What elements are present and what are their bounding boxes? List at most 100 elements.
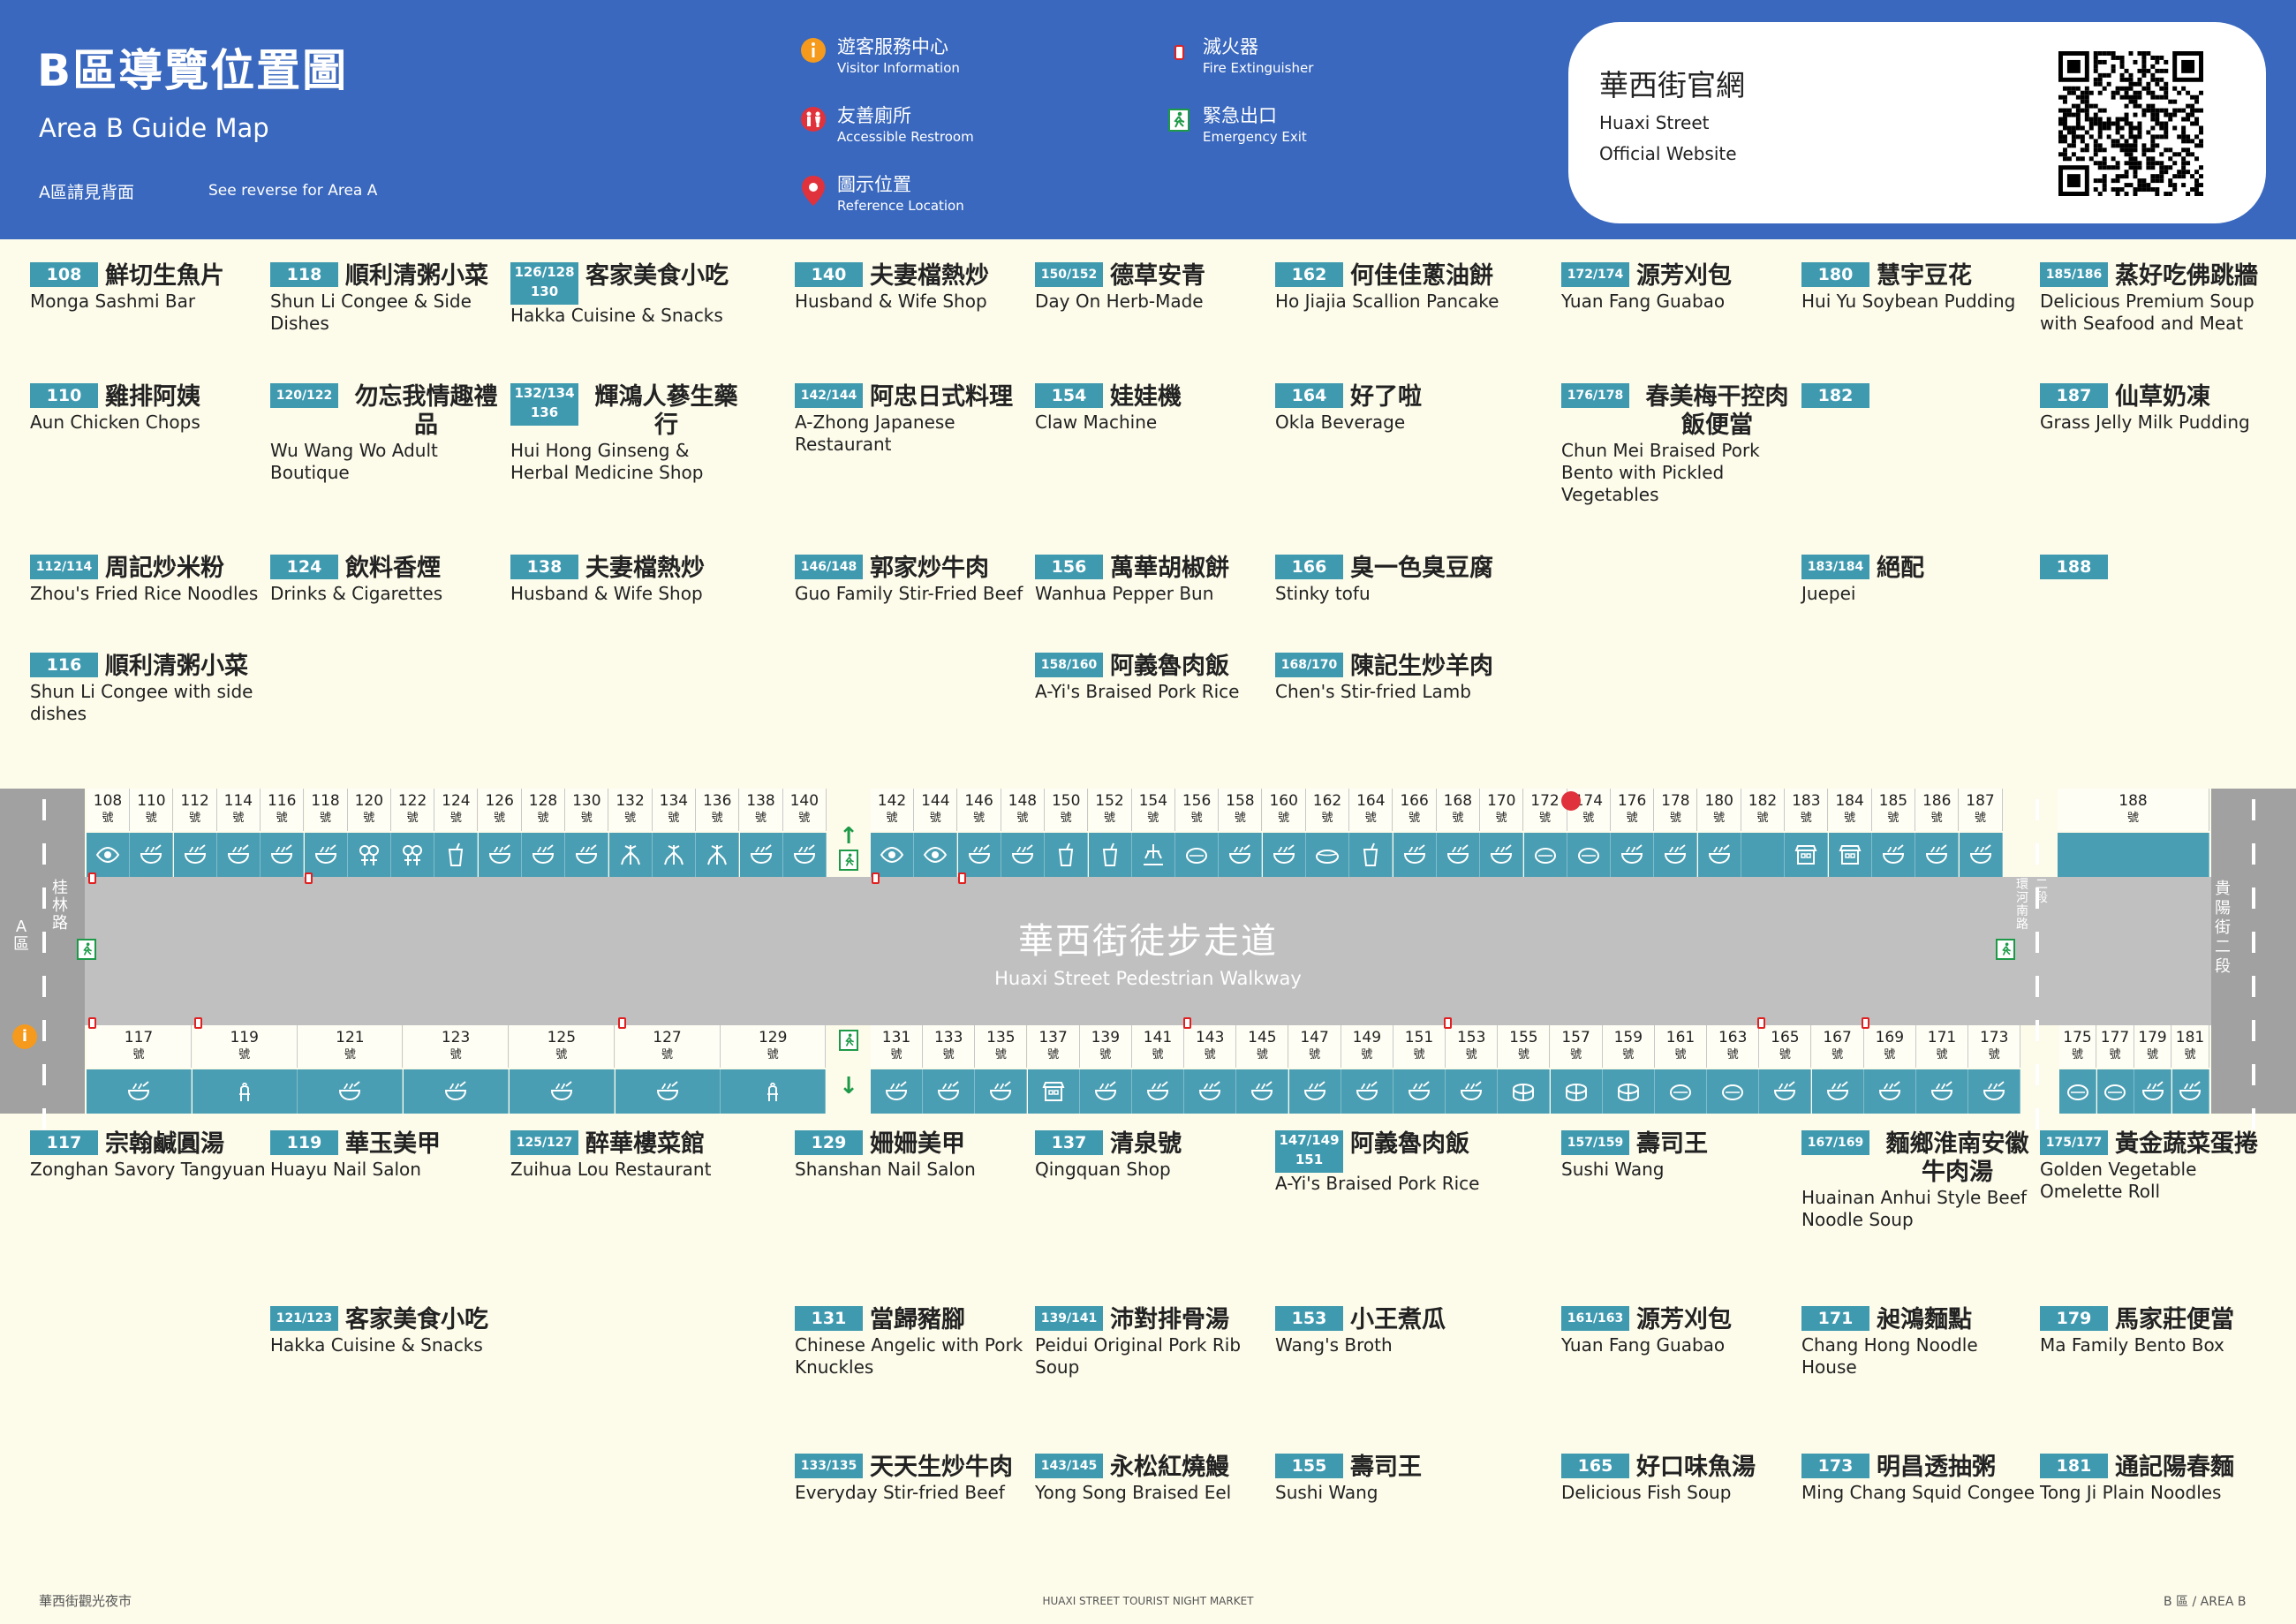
- stall-unit: 號: [1669, 812, 1681, 825]
- stall-number-badge: 138: [510, 555, 578, 579]
- shop-card[interactable]: 139/141 沛對排骨湯 Peidui Original Pork Rib Sou…: [1035, 1306, 1272, 1379]
- stall-number-cell: 146 號: [957, 789, 1001, 831]
- shop-card[interactable]: 187 仙草奶凍 Grass Jelly Milk Pudding: [2040, 383, 2277, 434]
- shop-card[interactable]: 171 昶鴻麵點 Chang Hong Noodle House: [1801, 1306, 2038, 1379]
- shop-card[interactable]: 175/177 黃金蔬菜蛋捲 Golden Vegetable Omelette R…: [2040, 1130, 2277, 1203]
- shop-card[interactable]: 164 好了啦 Okla Beverage: [1275, 383, 1512, 434]
- stall-number-badge: 167/169: [1801, 1130, 1869, 1155]
- shop-card[interactable]: 125/127 醉華樓菜館 Zuihua Lou Restaurant: [510, 1130, 747, 1181]
- shop-card[interactable]: 133/135 天天生炒牛肉 Everyday Stir-fried Beef: [795, 1454, 1031, 1504]
- bowl-icon: [127, 1081, 150, 1101]
- shop-card[interactable]: 188: [2040, 555, 2277, 579]
- shop-card[interactable]: 137 清泉號 Qingquan Shop: [1035, 1130, 1272, 1181]
- stall-icon-cell: [173, 833, 217, 877]
- stall-number-badge: 142/144: [795, 383, 863, 408]
- sushi-icon: [1513, 1084, 1535, 1102]
- shop-card[interactable]: 138 夫妻檔熱炒 Husband & Wife Shop: [510, 555, 747, 605]
- shop-card-header: 176/178 春美梅干控肉飯便當: [1561, 383, 1798, 440]
- restroom-icon[interactable]: [1561, 791, 1581, 811]
- bowl-icon: [2141, 1081, 2164, 1101]
- shop-name: 明昌透抽粥: [1877, 1454, 1996, 1481]
- shop-card[interactable]: 153 小王煮瓜 Wang's Broth: [1275, 1306, 1512, 1356]
- stall-number: 186: [1922, 792, 1952, 810]
- shop-card-header: 146/148 郭家炒牛肉: [795, 555, 1031, 583]
- shop-card[interactable]: 179 馬家莊便當 Ma Family Bento Box: [2040, 1306, 2277, 1356]
- stall-number-cell: 142 號: [871, 789, 914, 831]
- shop-card[interactable]: 181 通記陽春麵 Tong Ji Plain Noodles: [2040, 1454, 2277, 1504]
- shop-card[interactable]: 150/152 德草安青 Day On Herb-Made: [1035, 262, 1272, 313]
- stall-number: 122: [397, 792, 427, 810]
- website-card[interactable]: 華西街官網 Huaxi Street Official Website: [1568, 22, 2266, 223]
- shop-card[interactable]: 168/170 陳記生炒羊肉 Chen's Stir-fried Lamb: [1275, 653, 1512, 703]
- stall-number: 167: [1823, 1029, 1852, 1046]
- stall-number: 143: [1195, 1029, 1225, 1046]
- stall-number: 169: [1875, 1029, 1905, 1046]
- shop-name: 鮮切生魚片: [105, 262, 224, 290]
- shop-name-en: Yuan Fang Guabao: [1561, 291, 1726, 312]
- shop-card[interactable]: 146/148 郭家炒牛肉 Guo Family Stir-Fried Beef: [795, 555, 1031, 605]
- shop-card[interactable]: 112/114 周記炒米粉 Zhou's Fried Rice Noodles: [30, 555, 267, 605]
- stall-number-cell: 129 號: [721, 1025, 827, 1068]
- stall-icon-cell: [739, 833, 783, 877]
- shop-card[interactable]: 129 姍姍美甲 Shanshan Nail Salon: [795, 1130, 1031, 1181]
- shop-card[interactable]: 166 臭一色臭豆腐 Stinky tofu: [1275, 555, 1512, 605]
- shop-name-en: Zhou's Fried Rice Noodles: [30, 583, 259, 604]
- stall-number-cell: 171 號: [1916, 1025, 1968, 1068]
- shop-card[interactable]: 162 何佳佳蔥油餅 Ho Jiajia Scallion Pancake: [1275, 262, 1512, 313]
- shop-card[interactable]: 157/159 壽司王 Sushi Wang: [1561, 1130, 1798, 1181]
- shop-card[interactable]: 132/134 136 輝鴻人蔘生藥行 Hui Hong Ginseng & Herb…: [510, 383, 747, 484]
- stall-icon-cell: [216, 833, 261, 877]
- bowl-icon: [271, 844, 293, 865]
- shop-card[interactable]: 165 好口味魚湯 Delicious Fish Soup: [1561, 1454, 1798, 1504]
- shop-card[interactable]: 182: [1801, 383, 2038, 408]
- stall-number-cell: 119 號: [192, 1025, 298, 1068]
- shop-card[interactable]: 117 宗翰鹹圓湯 Zonghan Savory Tangyuan: [30, 1130, 267, 1181]
- stall-unit: 號: [1936, 1048, 1948, 1061]
- shop-card[interactable]: 121/123 客家美食小吃 Hakka Cuisine & Snacks: [270, 1306, 507, 1356]
- shop-name: 夫妻檔熱炒: [585, 555, 705, 582]
- shop-card[interactable]: 110 雞排阿姨 Aun Chicken Chops: [30, 383, 267, 434]
- shop-card[interactable]: 131 當歸豬腳 Chinese Angelic with Pork Knuckle…: [795, 1306, 1031, 1379]
- shop-card[interactable]: 116 順利清粥小菜 Shun Li Congee with side dishes: [30, 653, 267, 725]
- qr-code-icon[interactable]: [2058, 51, 2203, 196]
- shop-card[interactable]: 154 娃娃機 Claw Machine: [1035, 383, 1272, 434]
- shop-card[interactable]: 120/122 勿忘我情趣禮品 Wu Wang Wo Adult Boutique: [270, 383, 507, 484]
- shop-card[interactable]: 142/144 阿忠日式料理 A-Zhong Japanese Restaurant: [795, 383, 1031, 456]
- shop-card[interactable]: 158/160 阿義魯肉飯 A-Yi's Braised Pork Rice: [1035, 653, 1272, 703]
- stall-number-cell: 172 號: [1523, 789, 1567, 831]
- shop-card-header: 182: [1801, 383, 2038, 408]
- shop-card[interactable]: 183/184 絕配 Juepei: [1801, 555, 2038, 605]
- stall-icon-cell: [478, 833, 522, 877]
- shop-card[interactable]: 180 慧宇豆花 Hui Yu Soybean Pudding: [1801, 262, 2038, 313]
- bowl-icon: [656, 1081, 678, 1101]
- website-title-en-1: Huaxi Street: [1599, 112, 1710, 133]
- shop-card[interactable]: 108 鮮切生魚片 Monga Sashmi Bar: [30, 262, 267, 313]
- shop-name: 春美梅干控肉飯便當: [1645, 383, 1789, 439]
- stall-icon-cell: [404, 1069, 510, 1114]
- shop-card[interactable]: 147/149 151 阿義魯肉飯 A-Yi's Braised Pork Rice: [1275, 1130, 1512, 1195]
- stall-number-cell: 138 號: [739, 789, 783, 831]
- shop-card[interactable]: 172/174 源芳刈包 Yuan Fang Guabao: [1561, 262, 1798, 313]
- shop-card[interactable]: 161/163 源芳刈包 Yuan Fang Guabao: [1561, 1306, 1798, 1356]
- shop-card[interactable]: 143/145 永松紅燒鰻 Yong Song Braised Eel: [1035, 1454, 1272, 1504]
- stall-number: 112: [180, 792, 209, 810]
- info-icon[interactable]: i: [12, 1024, 37, 1049]
- shop-card[interactable]: 167/169 麵鄉淮南安徽牛肉湯 Huainan Anhui Style Beef…: [1801, 1130, 2038, 1231]
- shop-card[interactable]: 140 夫妻檔熱炒 Husband & Wife Shop: [795, 262, 1031, 313]
- bun-icon: [2066, 1084, 2088, 1100]
- stall-number-cell: 166 號: [1393, 789, 1437, 831]
- stall-number-cell: 151 號: [1393, 1025, 1446, 1068]
- shop-card-header: 142/144 阿忠日式料理: [795, 383, 1031, 412]
- shop-card[interactable]: 156 萬華胡椒餅 Wanhua Pepper Bun: [1035, 555, 1272, 605]
- herb-icon: [620, 845, 640, 865]
- shop-card[interactable]: 118 順利清粥小菜 Shun Li Congee & Side Dishes: [270, 262, 507, 335]
- shop-card[interactable]: 176/178 春美梅干控肉飯便當 Chun Mei Braised Pork Be…: [1561, 383, 1798, 506]
- shop-card[interactable]: 119 華玉美甲 Huayu Nail Salon: [270, 1130, 507, 1181]
- shop-card[interactable]: 155 壽司王 Sushi Wang: [1275, 1454, 1512, 1504]
- stall-number: 110: [137, 792, 166, 810]
- shop-card[interactable]: 124 飲料香煙 Drinks & Cigarettes: [270, 555, 507, 605]
- shop-card[interactable]: 185/186 蒸好吃佛跳牆 Delicious Premium Soup with…: [2040, 262, 2277, 335]
- shop-card[interactable]: 126/128 130 客家美食小吃 Hakka Cuisine & Snacks: [510, 262, 747, 327]
- shop-card[interactable]: 173 明昌透抽粥 Ming Chang Squid Congee: [1801, 1454, 2038, 1504]
- stall-icon-cell: [1219, 833, 1263, 877]
